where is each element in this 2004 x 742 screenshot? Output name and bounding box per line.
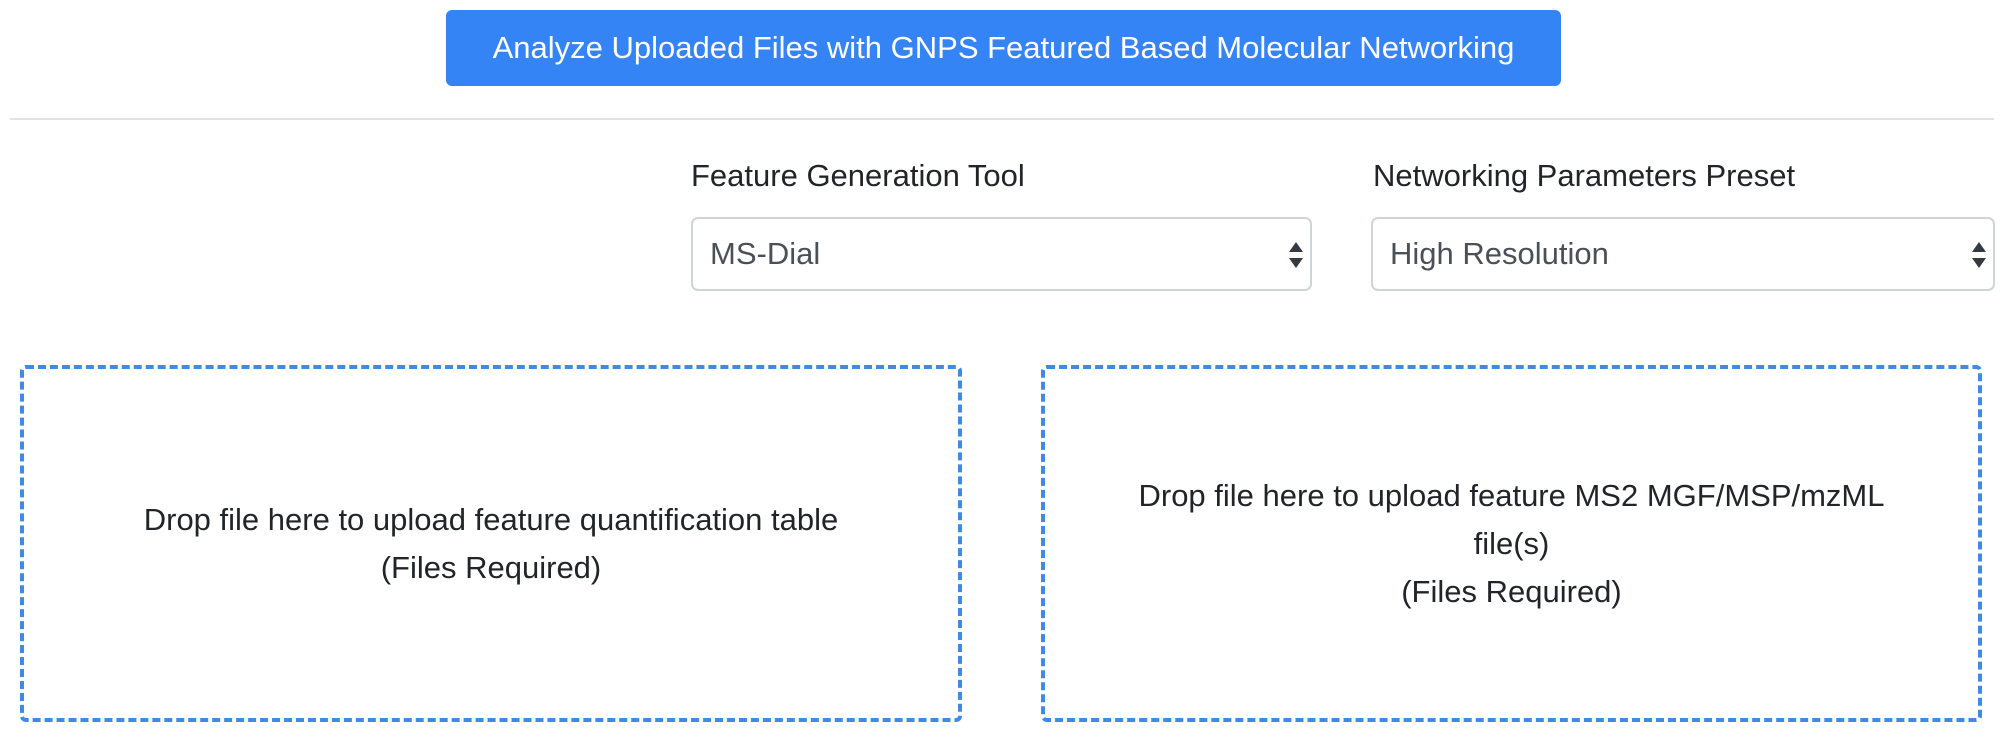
section-divider bbox=[10, 118, 1994, 120]
dropzone-instruction: Drop file here to upload feature MS2 MGF… bbox=[1138, 477, 1885, 513]
networking-parameters-preset-select[interactable]: High Resolution bbox=[1371, 217, 1995, 291]
quantification-table-dropzone[interactable]: Drop file here to upload feature quantif… bbox=[20, 365, 962, 722]
up-down-caret-icon bbox=[1288, 239, 1304, 271]
feature-generation-tool-label: Feature Generation Tool bbox=[691, 158, 1025, 193]
dropzone-required-note: (Files Required) bbox=[1401, 573, 1622, 609]
networking-parameters-preset-label: Networking Parameters Preset bbox=[1373, 158, 1796, 193]
networking-parameters-preset-value: High Resolution bbox=[1390, 236, 1609, 271]
feature-generation-tool-value: MS-Dial bbox=[710, 236, 821, 271]
up-down-caret-icon bbox=[1971, 239, 1987, 271]
dropzone-required-note: (Files Required) bbox=[380, 549, 602, 585]
ms2-file-dropzone[interactable]: Drop file here to upload feature MS2 MGF… bbox=[1041, 365, 1982, 722]
dropzone-instruction-continued: file(s) bbox=[1473, 525, 1550, 561]
analyze-uploaded-files-button[interactable]: Analyze Uploaded Files with GNPS Feature… bbox=[446, 10, 1561, 86]
dropzone-instruction: Drop file here to upload feature quantif… bbox=[143, 501, 839, 537]
feature-generation-tool-select[interactable]: MS-Dial bbox=[691, 217, 1312, 291]
